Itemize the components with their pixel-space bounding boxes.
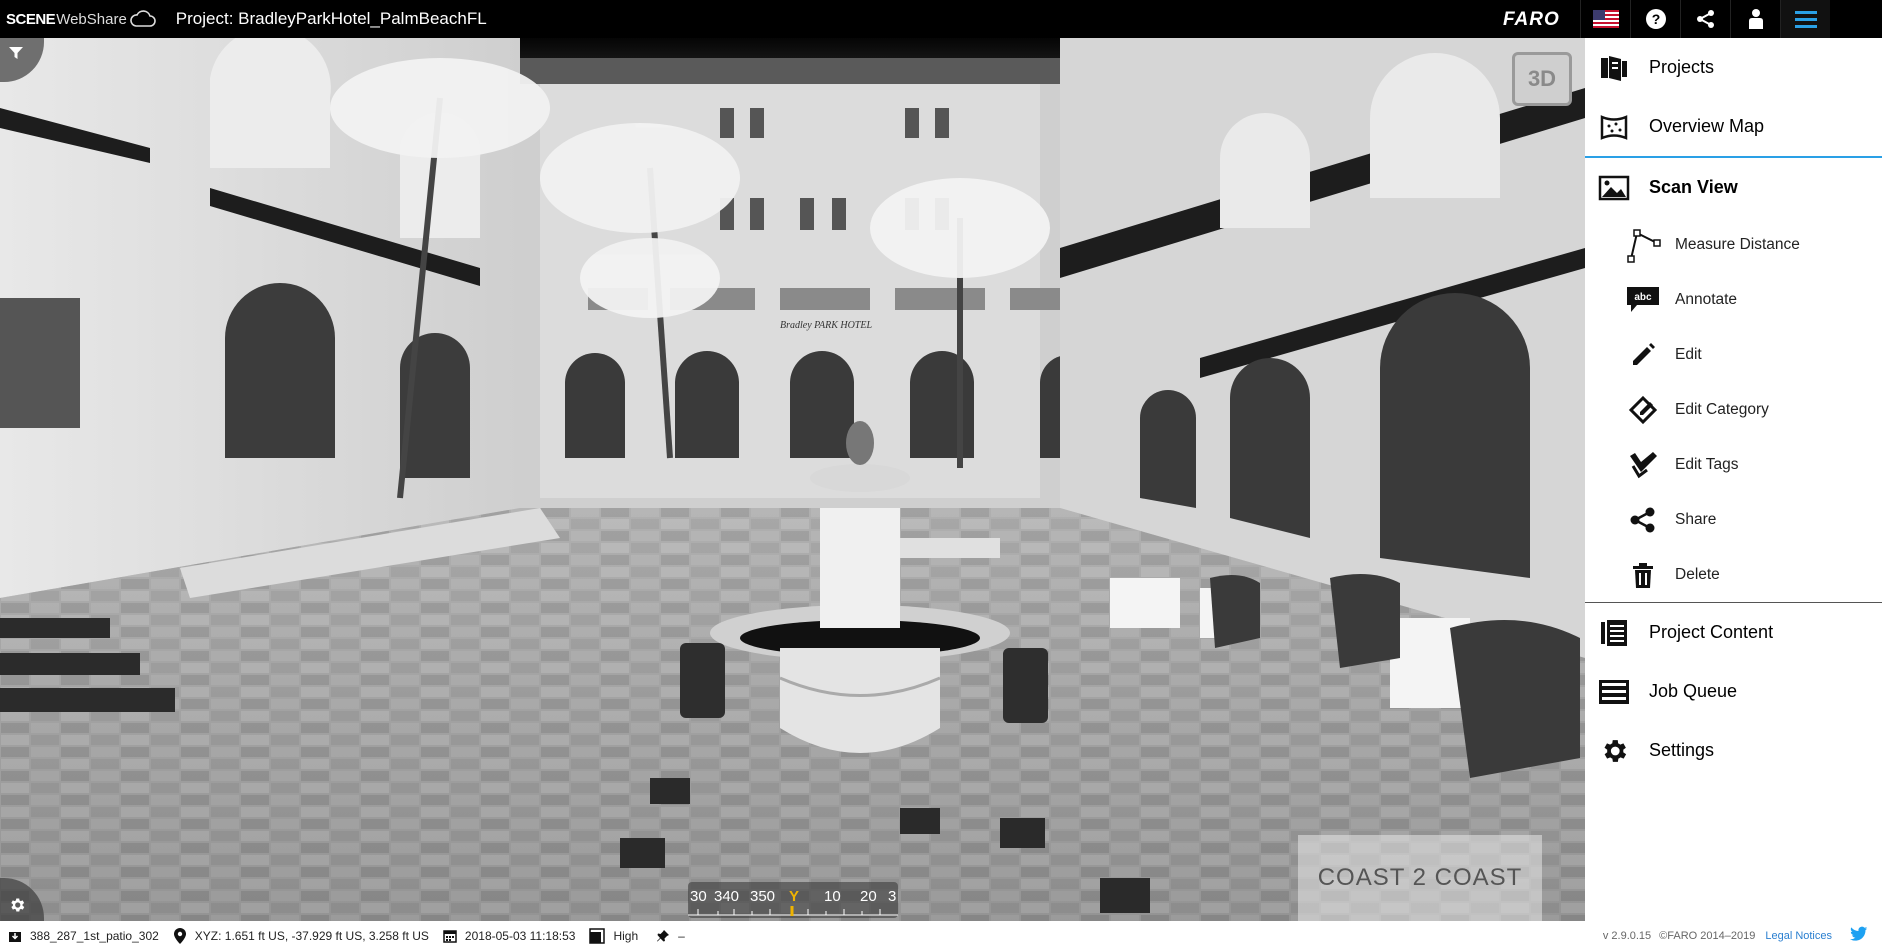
top-bar: SCENE WebShare Project: BradleyParkHotel… — [0, 0, 1882, 38]
share-icon — [1625, 502, 1661, 538]
compass-label: 3 — [888, 888, 897, 905]
svg-text:abc: abc — [1634, 292, 1652, 303]
submenu-edit-tags[interactable]: Edit Tags — [1585, 437, 1882, 492]
copyright-text: ©FARO 2014–2019 — [1659, 929, 1756, 942]
3d-view-button[interactable]: 3D — [1512, 52, 1572, 106]
menu-item-project-content[interactable]: Project Content — [1585, 603, 1882, 662]
compass-label: 30 — [690, 888, 707, 905]
project-title: Project: BradleyParkHotel_PalmBeachFL — [175, 9, 487, 28]
menu-item-projects[interactable]: Projects — [1585, 38, 1882, 97]
coast2coast-watermark: COAST 2 COAST — [1298, 835, 1542, 921]
twitter-button[interactable] — [1850, 926, 1868, 945]
menu-label-project-content: Project Content — [1649, 622, 1774, 642]
submenu-measure-distance[interactable]: Measure Distance — [1585, 217, 1882, 272]
calendar-icon — [443, 929, 457, 943]
compass-label: 350 — [750, 888, 776, 905]
language-button[interactable] — [1580, 0, 1630, 38]
gear-icon — [11, 898, 25, 912]
status-bar: 388_287_1st_patio_302 XYZ: 1.651 ft US, … — [0, 921, 1882, 950]
scan-name: 388_287_1st_patio_302 — [30, 928, 159, 943]
project-content-icon — [1597, 616, 1631, 650]
submenu-annotate[interactable]: abc Annotate — [1585, 272, 1882, 327]
cloud-icon — [129, 10, 156, 27]
submenu-label-edit-tags: Edit Tags — [1675, 455, 1739, 473]
submenu-edit[interactable]: Edit — [1585, 327, 1882, 382]
logo-scene-text: SCENE — [6, 10, 56, 28]
help-icon: ? — [1645, 9, 1666, 29]
measure-icon — [1625, 227, 1661, 263]
scene-webshare-logo[interactable]: SCENE WebShare — [6, 0, 156, 38]
compass-north-marker: Y — [789, 888, 800, 905]
pencil-icon — [1625, 337, 1661, 373]
menu-label-projects: Projects — [1649, 57, 1715, 77]
menu-label-scan-view: Scan View — [1649, 177, 1738, 197]
annotate-icon: abc — [1625, 282, 1661, 318]
menu-item-overview-map[interactable]: Overview Map — [1585, 97, 1882, 156]
coordinates-status: XYZ: 1.651 ft US, -37.929 ft US, 3.258 f… — [173, 927, 429, 945]
help-button[interactable]: ? — [1630, 0, 1680, 38]
panorama-viewer[interactable]: Bradley PARK HOTEL 3D 30 340 350 Y 10 20… — [0, 38, 1585, 921]
filter-icon — [9, 47, 23, 59]
side-menu-panel: Projects Overview Map Scan View Measure … — [1585, 38, 1882, 921]
menu-item-job-queue[interactable]: Job Queue — [1585, 662, 1882, 721]
submenu-edit-category[interactable]: Edit Category — [1585, 382, 1882, 437]
submenu-label-delete: Delete — [1675, 565, 1720, 583]
hamburger-menu-icon — [1794, 11, 1817, 28]
compass-label: 340 — [714, 888, 740, 905]
us-flag-icon — [1592, 10, 1619, 28]
version-text: v 2.9.0.15 — [1602, 929, 1652, 942]
menu-label-settings: Settings — [1649, 740, 1715, 760]
menu-label-overview-map: Overview Map — [1649, 116, 1765, 136]
scan-name-status: 388_287_1st_patio_302 — [8, 929, 159, 943]
faro-logo: FARO — [1503, 9, 1560, 30]
user-icon — [1748, 9, 1763, 29]
datetime-status: 2018-05-03 11:18:53 — [443, 928, 576, 943]
map-icon — [1597, 110, 1631, 144]
compass-label: 20 — [860, 888, 877, 905]
user-button[interactable] — [1730, 0, 1780, 38]
edit-tags-icon — [1625, 447, 1661, 483]
compass-heading-strip: 30 340 350 Y 10 20 3 — [688, 882, 898, 918]
trash-icon — [1625, 557, 1661, 593]
logo-webshare-text: WebShare — [56, 10, 127, 28]
menu-item-settings[interactable]: Settings — [1585, 721, 1882, 780]
resolution-icon — [589, 927, 606, 944]
submenu-label-edit-category: Edit Category — [1675, 400, 1769, 418]
watermark-text: COAST 2 COAST — [1317, 864, 1523, 891]
twitter-icon — [1850, 926, 1868, 941]
menu-label-job-queue: Job Queue — [1649, 681, 1738, 701]
submenu-delete[interactable]: Delete — [1585, 547, 1882, 602]
submenu-label-share: Share — [1675, 510, 1717, 528]
pin-value: – — [678, 928, 685, 943]
location-pin-icon — [173, 927, 186, 944]
quality-status: High — [589, 927, 639, 944]
svg-text:?: ? — [1651, 11, 1660, 27]
submenu-label-edit: Edit — [1675, 345, 1702, 363]
projects-icon — [1597, 51, 1631, 85]
pin-status: – — [656, 929, 685, 943]
main-menu-button[interactable] — [1780, 0, 1830, 38]
compass-label: 10 — [824, 888, 841, 905]
pushpin-icon — [657, 929, 670, 941]
legal-notices-link[interactable]: Legal Notices — [1765, 930, 1832, 942]
edit-category-icon — [1625, 392, 1661, 428]
scan-datetime: 2018-05-03 11:18:53 — [464, 928, 576, 943]
compass-ticks — [688, 906, 898, 916]
hotel-sign: Bradley PARK HOTEL — [780, 320, 872, 331]
footer-info: v 2.9.0.15 ©FARO 2014–2019 Legal Notices — [1603, 921, 1868, 950]
gear-icon — [1597, 734, 1631, 768]
share-button[interactable] — [1680, 0, 1730, 38]
scan-view-icon — [1597, 171, 1631, 205]
share-icon — [1696, 10, 1714, 28]
submenu-label-measure-distance: Measure Distance — [1675, 235, 1800, 253]
menu-item-scan-view[interactable]: Scan View — [1585, 158, 1882, 217]
job-queue-icon — [1597, 675, 1631, 709]
panorama-scan-image: Bradley PARK HOTEL — [0, 38, 1585, 921]
xyz-coordinates: XYZ: 1.651 ft US, -37.929 ft US, 3.258 f… — [194, 928, 429, 943]
scan-download-icon — [9, 931, 21, 942]
submenu-share[interactable]: Share — [1585, 492, 1882, 547]
submenu-label-annotate: Annotate — [1675, 290, 1738, 308]
scan-quality: High — [613, 928, 639, 943]
